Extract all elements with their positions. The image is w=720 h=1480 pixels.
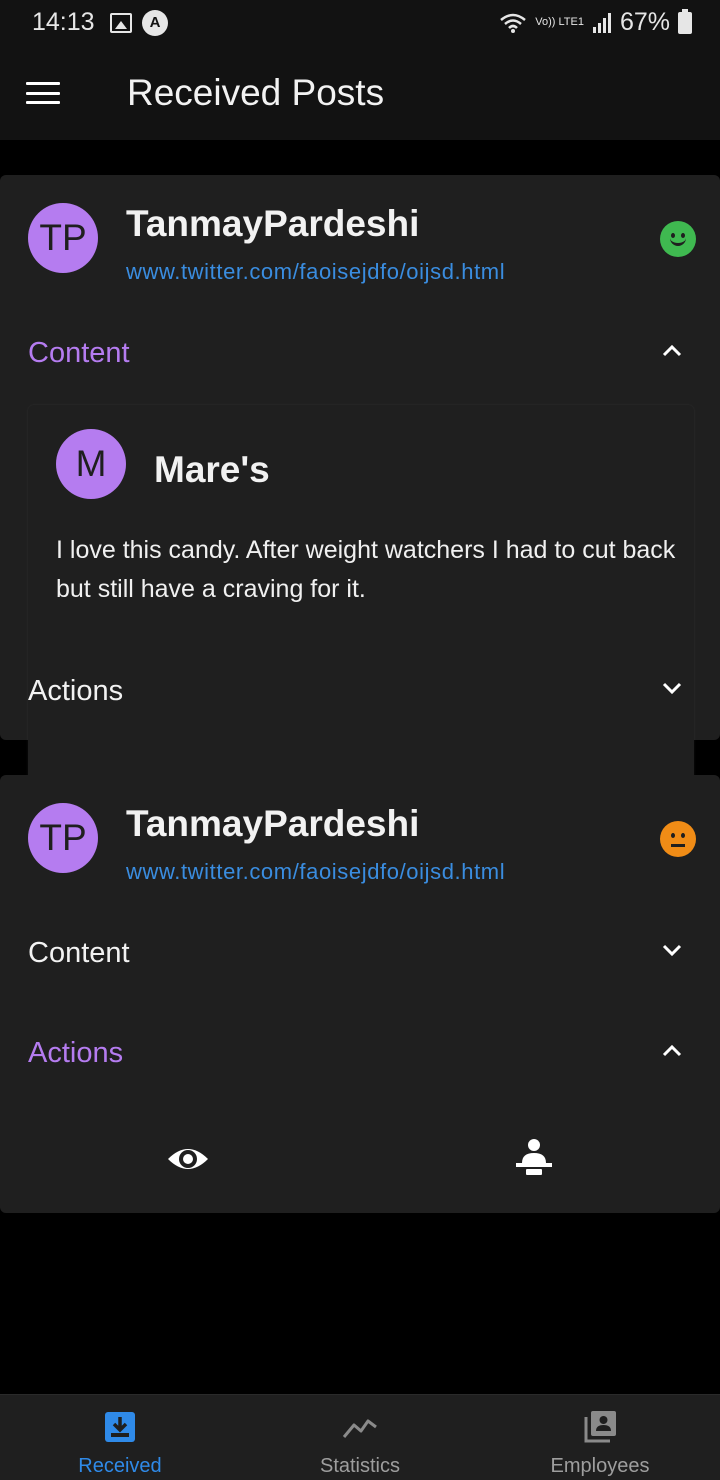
- signal-icon: [592, 12, 611, 33]
- network-type-label: Vo)) LTE1: [535, 16, 584, 28]
- app-notification-icon: A: [142, 10, 168, 36]
- chevron-up-icon: [662, 343, 682, 361]
- avatar: M: [56, 429, 126, 499]
- content-section-header[interactable]: Content: [0, 923, 720, 983]
- content-section-label: Content: [28, 937, 130, 969]
- page-title: Received Posts: [127, 72, 385, 113]
- wifi-icon: [500, 13, 527, 33]
- content-section-label: Content: [28, 337, 130, 369]
- bottom-navigation: Received Statistics Employees: [0, 1394, 720, 1480]
- nav-item-received[interactable]: Received: [0, 1395, 240, 1480]
- contacts-stack-icon: [582, 1409, 618, 1445]
- app-bar: Received Posts: [0, 46, 720, 140]
- avatar: TP: [28, 203, 98, 273]
- actions-section-label: Actions: [28, 1037, 124, 1069]
- content-section-header[interactable]: Content: [0, 323, 720, 383]
- content-author: Mare's: [154, 449, 270, 490]
- status-time: 14:13: [32, 8, 95, 36]
- inbox-download-icon: [102, 1409, 138, 1445]
- assign-person-icon[interactable]: [512, 1137, 556, 1181]
- status-right-icons: Vo)) LTE1 67%: [499, 8, 692, 37]
- nav-label-employees: Employees: [550, 1455, 650, 1477]
- post-link[interactable]: www.twitter.com/faoisejdfo/oijsd.html: [126, 859, 505, 885]
- battery-percent: 67%: [619, 8, 670, 36]
- smile-face-icon: [660, 221, 696, 257]
- nav-label-received: Received: [78, 1455, 162, 1477]
- post-author: TanmayPardeshi: [126, 203, 420, 244]
- actions-section-label: Actions: [28, 675, 124, 707]
- nav-label-statistics: Statistics: [319, 1455, 401, 1477]
- nav-item-statistics[interactable]: Statistics: [240, 1395, 480, 1480]
- battery-icon: [678, 8, 692, 34]
- neutral-face-icon: [660, 821, 696, 857]
- status-bar: 14:13 A Vo)) LTE1 67%: [0, 0, 720, 46]
- post-card: TP TanmayPardeshi www.twitter.com/faoise…: [0, 175, 720, 815]
- post-author: TanmayPardeshi: [126, 803, 420, 844]
- post-card: TP TanmayPardeshi www.twitter.com/faoise…: [0, 775, 720, 1213]
- chevron-down-icon: [662, 681, 682, 699]
- post-link[interactable]: www.twitter.com/faoisejdfo/oijsd.html: [126, 259, 505, 285]
- gallery-icon: [110, 13, 132, 33]
- actions-section-header[interactable]: Actions: [0, 1023, 720, 1083]
- status-notification-icons: A: [110, 10, 168, 36]
- content-text: I love this candy. After weight watchers…: [56, 536, 676, 603]
- trend-line-icon: [342, 1409, 378, 1445]
- nav-item-employees[interactable]: Employees: [480, 1395, 720, 1480]
- chevron-up-icon: [662, 1043, 682, 1061]
- content-panel: M Mare's I love this candy. After weight…: [28, 405, 694, 815]
- actions-section-header[interactable]: Actions: [0, 661, 720, 721]
- chevron-down-icon: [662, 943, 682, 961]
- avatar: TP: [28, 803, 98, 873]
- eye-icon[interactable]: [166, 1137, 210, 1181]
- menu-icon[interactable]: [26, 82, 60, 104]
